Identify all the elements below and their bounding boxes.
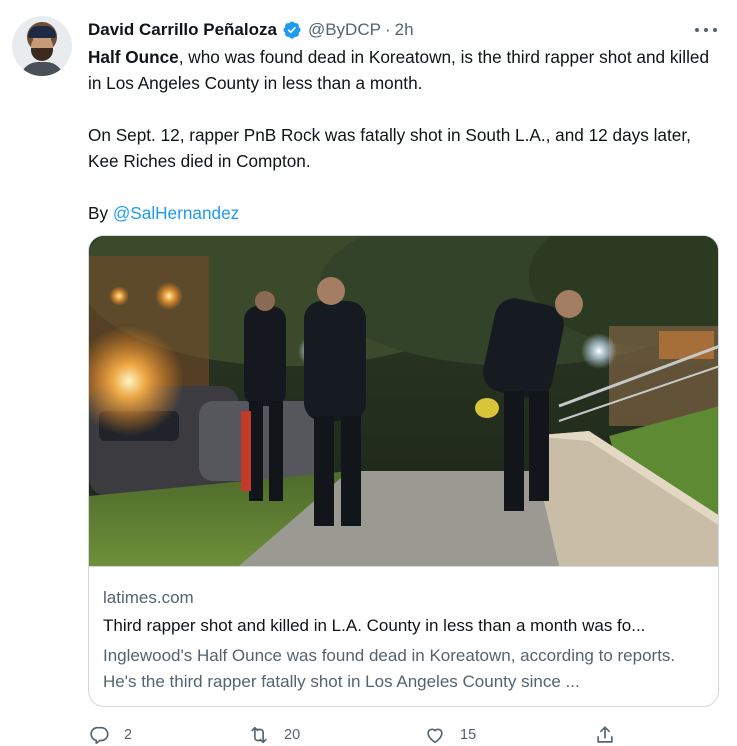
like-button[interactable]: 15 — [424, 722, 476, 746]
tweet-text: Half Ounce, who was found dead in Koreat… — [88, 44, 718, 226]
reply-button[interactable]: 2 — [88, 722, 132, 746]
avatar[interactable] — [12, 16, 72, 76]
tweet-byline: By @SalHernandez — [88, 200, 718, 226]
share-icon — [597, 726, 613, 743]
share-button[interactable] — [594, 722, 616, 746]
reply-icon — [90, 726, 109, 745]
retweet-icon — [251, 726, 267, 744]
tweet[interactable]: David Carrillo Peñaloza @ByDCP · 2h Half… — [0, 0, 737, 746]
verified-badge-icon — [282, 20, 302, 40]
retweet-count: 20 — [284, 727, 301, 743]
more-dots-icon[interactable] — [695, 20, 717, 40]
author-handle[interactable]: @ByDCP — [308, 20, 381, 40]
separator-dot: · — [384, 20, 391, 39]
card-description: Inglewood's Half Ounce was found dead in… — [103, 646, 676, 691]
byline-prefix: By — [88, 203, 113, 223]
card-domain: latimes.com — [103, 588, 194, 607]
tweet-paragraph-2: On Sept. 12, rapper PnB Rock was fatally… — [88, 125, 691, 171]
tweet-lead-rest: , who was found dead in Koreatown, is th… — [88, 47, 710, 93]
retweet-button[interactable]: 20 — [248, 722, 300, 746]
like-count: 15 — [460, 727, 477, 743]
reply-count: 2 — [124, 727, 133, 743]
link-card[interactable]: latimes.com Third rapper shot and killed… — [88, 235, 719, 707]
heart-icon — [427, 728, 443, 744]
card-meta[interactable]: latimes.com Third rapper shot and killed… — [89, 566, 718, 706]
tweet-header: David Carrillo Peñaloza @ByDCP · 2h — [88, 18, 414, 42]
action-bar: 2 20 15 — [88, 722, 628, 746]
card-title: Third rapper shot and killed in L.A. Cou… — [103, 616, 646, 635]
tweet-lead-bold: Half Ounce — [88, 47, 179, 67]
tweet-paragraph-1: Half Ounce, who was found dead in Koreat… — [88, 44, 718, 96]
byline-mention-link[interactable]: @SalHernandez — [113, 203, 239, 223]
tweet-timestamp[interactable]: 2h — [395, 20, 414, 40]
author-name[interactable]: David Carrillo Peñaloza — [88, 20, 277, 40]
card-photo[interactable] — [89, 236, 718, 566]
